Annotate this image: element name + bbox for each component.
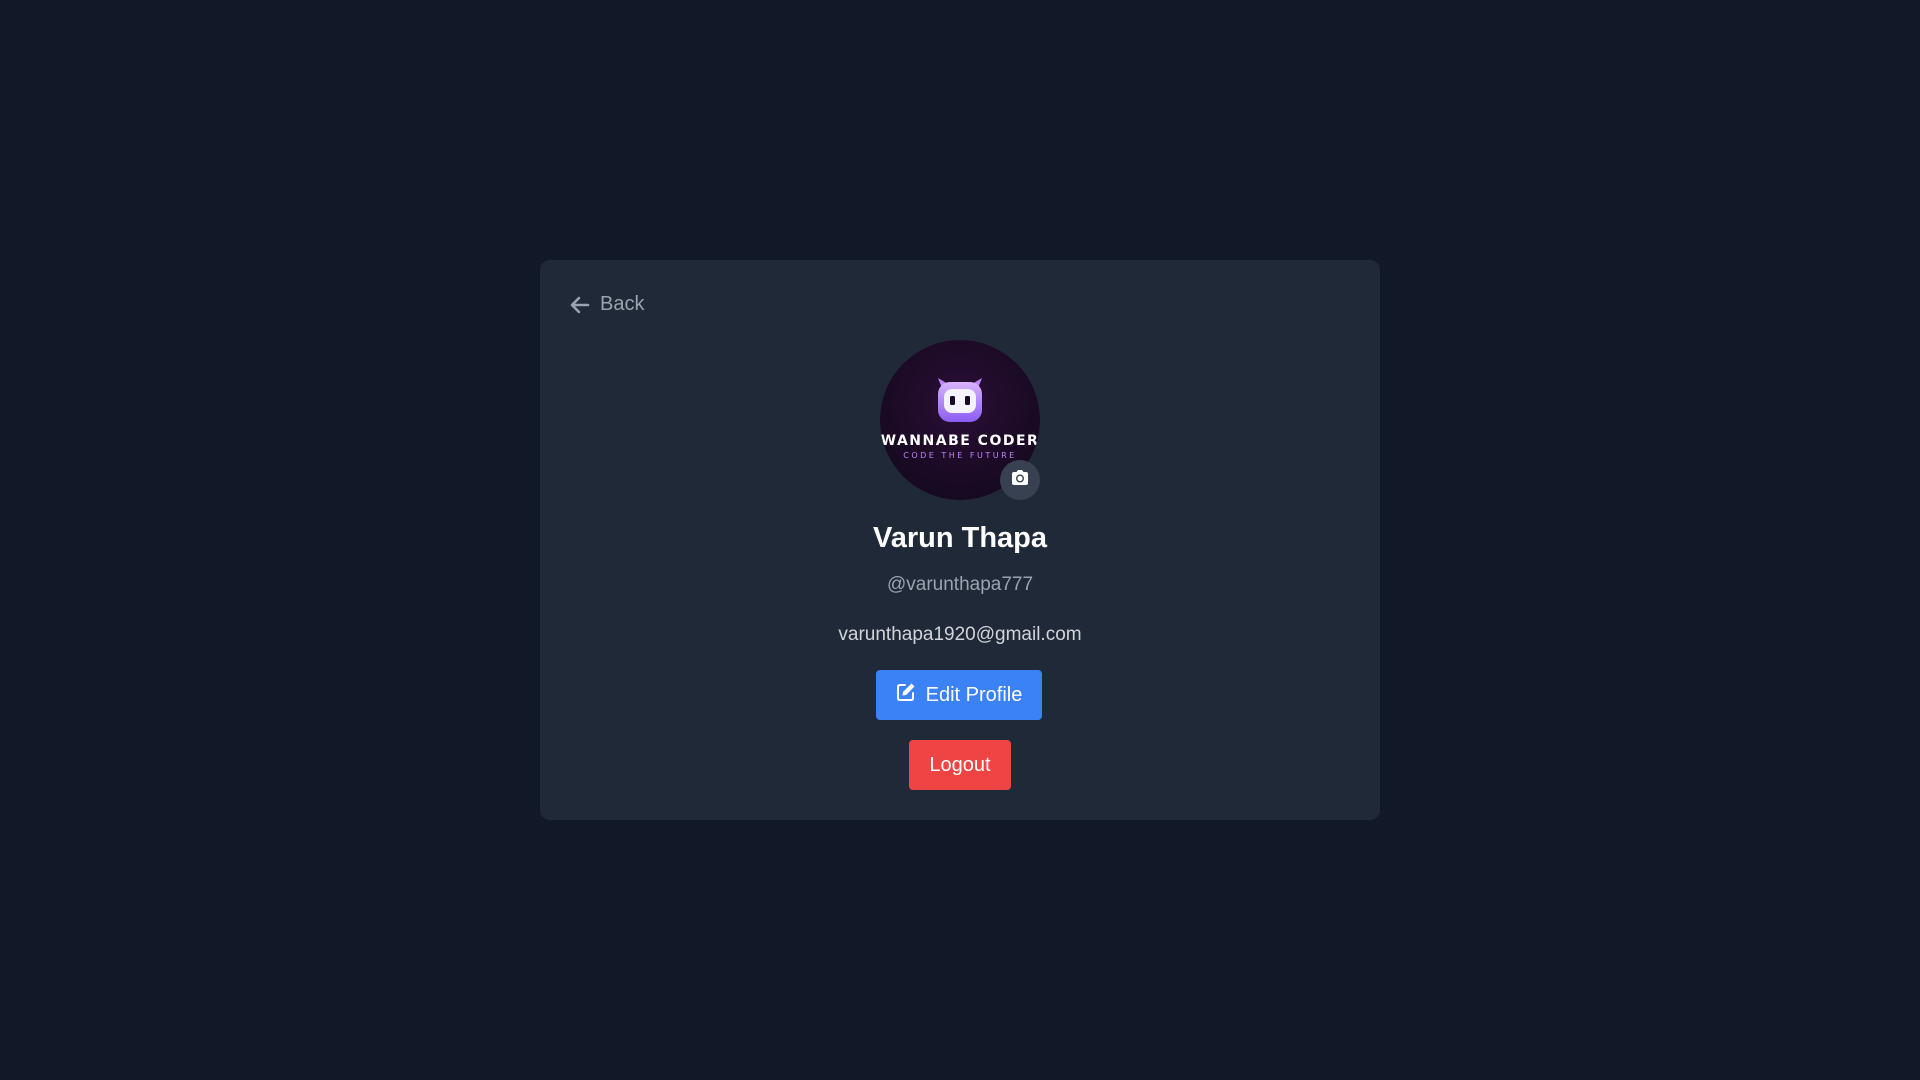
avatar-logo-tagline: CODE THE FUTURE <box>903 451 1017 460</box>
logout-button[interactable]: Logout <box>909 740 1011 790</box>
arrow-left-icon <box>570 296 590 314</box>
avatar-logo-text: WANNABE CODER <box>880 433 1040 449</box>
edit-profile-label: Edit Profile <box>925 683 1023 706</box>
logout-label: Logout <box>929 753 991 776</box>
change-avatar-button[interactable] <box>1000 460 1040 500</box>
profile-page: Back WANNABE CODER CODE THE FUTURE Varun… <box>0 0 1920 1080</box>
avatar-container: WANNABE CODER CODE THE FUTURE <box>880 340 1040 500</box>
profile-card: Back WANNABE CODER CODE THE FUTURE Varun… <box>540 260 1380 820</box>
profile-email: varunthapa1920@gmail.com <box>838 624 1082 645</box>
edit-profile-button[interactable]: Edit Profile <box>876 670 1042 720</box>
back-button[interactable]: Back <box>570 293 644 316</box>
robot-logo-icon <box>938 378 982 422</box>
profile-username: @varunthapa777 <box>886 574 1034 595</box>
profile-name: Varun Thapa <box>872 522 1048 554</box>
camera-icon <box>1010 469 1030 492</box>
edit-icon <box>896 682 916 708</box>
back-label: Back <box>600 293 645 315</box>
